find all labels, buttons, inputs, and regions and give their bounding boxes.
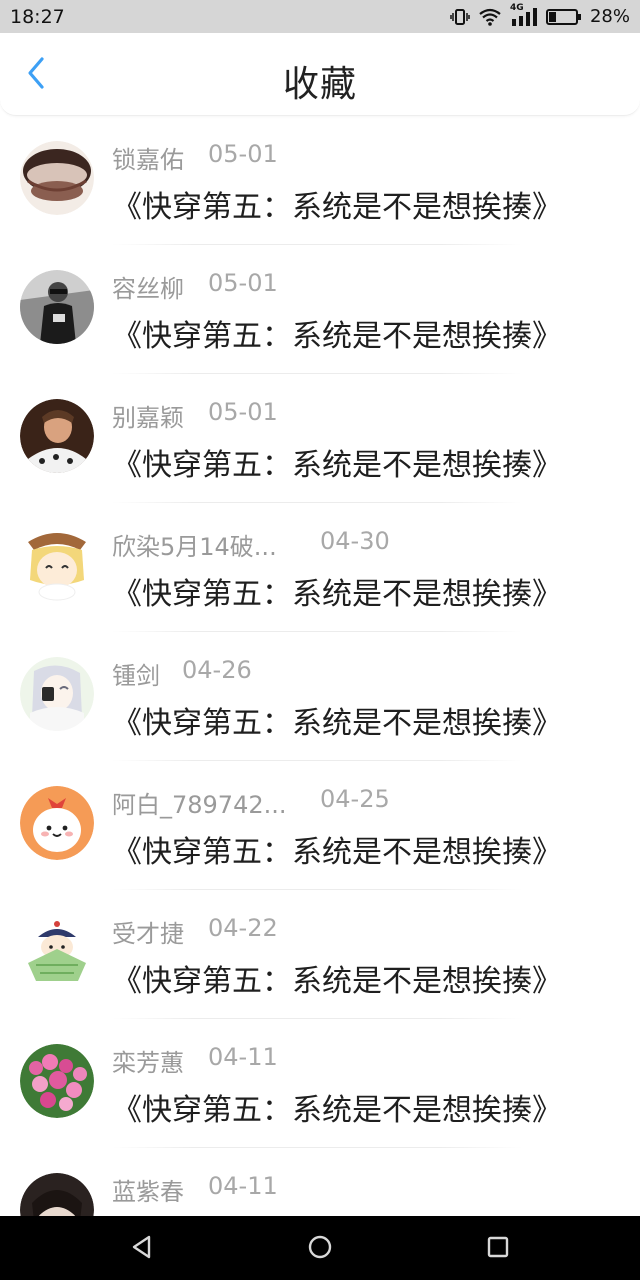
list-item[interactable]: 蓝紫春 04-11: [0, 1148, 640, 1216]
name-row: 容丝柳 05-01: [112, 269, 278, 304]
favorite-date: 04-30: [320, 527, 390, 555]
wifi-icon: [478, 8, 502, 26]
book-title[interactable]: 《快穿第五：系统是不是想挨揍》: [112, 698, 562, 742]
list-item[interactable]: 栾芳蕙 04-11 《快穿第五：系统是不是想挨揍》: [0, 1019, 640, 1148]
circle-home-icon: [307, 1234, 333, 1264]
nav-back-button[interactable]: [126, 1234, 156, 1264]
user-name: 栾芳蕙: [112, 1049, 184, 1077]
user-name: 别嘉颖: [112, 404, 184, 432]
favorite-date: 04-26: [182, 656, 252, 684]
avatar[interactable]: [20, 786, 94, 860]
signal-icon: 4G: [510, 3, 538, 27]
avatar[interactable]: [20, 1044, 94, 1118]
favorite-date: 04-11: [208, 1043, 278, 1071]
page-title: 收藏: [282, 64, 357, 105]
name-row: 蓝紫春 04-11: [112, 1172, 278, 1207]
nav-home-button[interactable]: [305, 1234, 335, 1264]
avatar[interactable]: [20, 399, 94, 473]
name-row: 锺剑 04-26: [112, 656, 252, 691]
network-label: 4G: [509, 2, 524, 13]
triangle-back-icon: [129, 1234, 153, 1264]
avatar[interactable]: [20, 1173, 94, 1216]
avatar[interactable]: [20, 657, 94, 731]
name-row: 阿白_789742... 04-25: [112, 785, 390, 820]
status-time: 18:27: [10, 5, 65, 28]
favorite-date: 05-01: [208, 398, 278, 426]
favorite-date: 04-25: [320, 785, 390, 813]
name-row: 欣染5月14破... 04-30: [112, 527, 390, 562]
book-title[interactable]: 《快穿第五：系统是不是想挨揍》: [112, 182, 562, 226]
user-name: 阿白_789742...: [112, 791, 287, 819]
status-icons: 4G 28%: [450, 3, 630, 27]
book-title[interactable]: 《快穿第五：系统是不是想挨揍》: [112, 311, 562, 355]
name-row: 别嘉颖 05-01: [112, 398, 278, 433]
list-item[interactable]: 受才捷 04-22 《快穿第五：系统是不是想挨揍》: [0, 890, 640, 1019]
avatar[interactable]: [20, 915, 94, 989]
name-row: 栾芳蕙 04-11: [112, 1043, 278, 1078]
square-recents-icon: [486, 1235, 510, 1263]
book-title[interactable]: 《快穿第五：系统是不是想挨揍》: [112, 569, 562, 613]
list-item[interactable]: 容丝柳 05-01 《快穿第五：系统是不是想挨揍》: [0, 245, 640, 374]
avatar[interactable]: [20, 528, 94, 602]
list-item[interactable]: 欣染5月14破... 04-30 《快穿第五：系统是不是想挨揍》: [0, 503, 640, 632]
book-title[interactable]: 《快穿第五：系统是不是想挨揍》: [112, 827, 562, 871]
name-row: 受才捷 04-22: [112, 914, 278, 949]
navigation-bar: [0, 1216, 640, 1280]
nav-recents-button[interactable]: [483, 1234, 513, 1264]
favorite-date: 05-01: [208, 269, 278, 297]
vibrate-icon: [450, 8, 470, 26]
list-item[interactable]: 锺剑 04-26 《快穿第五：系统是不是想挨揍》: [0, 632, 640, 761]
avatar[interactable]: [20, 270, 94, 344]
app-header: 收藏: [0, 33, 640, 116]
favorite-date: 04-22: [208, 914, 278, 942]
favorites-list: 锁嘉佑 05-01 《快穿第五：系统是不是想挨揍》 容丝柳 05-01 《快穿第…: [0, 116, 640, 1216]
book-title[interactable]: 《快穿第五：系统是不是想挨揍》: [112, 1085, 562, 1129]
user-name: 容丝柳: [112, 275, 184, 303]
status-bar: 18:27 4G 28%: [0, 0, 640, 33]
user-name: 蓝紫春: [112, 1178, 184, 1206]
user-name: 欣染5月14破...: [112, 533, 277, 561]
book-title[interactable]: 《快穿第五：系统是不是想挨揍》: [112, 956, 562, 1000]
favorite-date: 04-11: [208, 1172, 278, 1200]
book-title[interactable]: 《快穿第五：系统是不是想挨揍》: [112, 440, 562, 484]
list-item[interactable]: 锁嘉佑 05-01 《快穿第五：系统是不是想挨揍》: [0, 116, 640, 245]
list-item[interactable]: 阿白_789742... 04-25 《快穿第五：系统是不是想挨揍》: [0, 761, 640, 890]
favorite-date: 05-01: [208, 140, 278, 168]
battery-percent: 28%: [589, 6, 630, 27]
user-name: 受才捷: [112, 920, 184, 948]
name-row: 锁嘉佑 05-01: [112, 140, 278, 175]
avatar[interactable]: [20, 141, 94, 215]
list-item[interactable]: 别嘉颖 05-01 《快穿第五：系统是不是想挨揍》: [0, 374, 640, 503]
user-name: 锺剑: [112, 662, 160, 690]
battery-icon: [545, 8, 582, 26]
user-name: 锁嘉佑: [112, 146, 184, 174]
